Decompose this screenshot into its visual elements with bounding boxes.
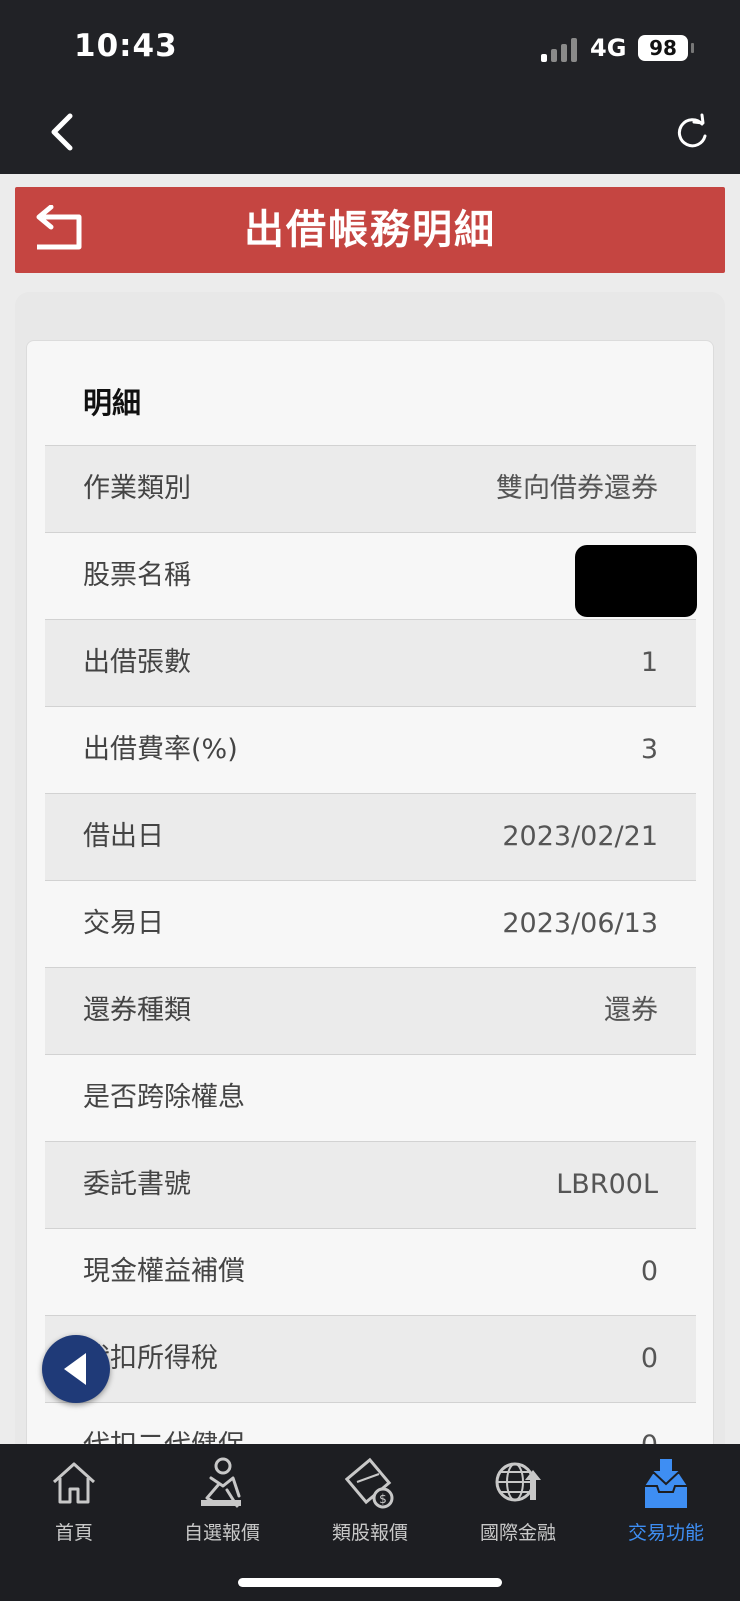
redaction-block bbox=[575, 545, 697, 617]
detail-row: 股票名稱 bbox=[45, 532, 697, 619]
row-label: 股票名稱 bbox=[83, 560, 191, 591]
detail-row: 代扣所得稅 0 bbox=[45, 1315, 696, 1402]
tab-label: 國際金融 bbox=[479, 1522, 556, 1544]
status-time: 10:43 bbox=[74, 28, 178, 64]
film-coin-icon: $ bbox=[345, 1457, 394, 1509]
row-value: 還券 bbox=[604, 995, 658, 1026]
battery-tip bbox=[691, 43, 694, 53]
nav-bar bbox=[0, 90, 740, 174]
row-label: 作業類別 bbox=[83, 473, 191, 504]
row-label: 現金權益補償 bbox=[83, 1256, 245, 1287]
detail-row: 出借費率(%) 3 bbox=[45, 706, 696, 793]
tab-label: 自選報價 bbox=[183, 1522, 260, 1544]
detail-row: 作業類別 雙向借券還券 bbox=[45, 445, 696, 532]
row-label: 委託書號 bbox=[83, 1169, 191, 1200]
refresh-icon[interactable] bbox=[672, 112, 712, 152]
row-value: 2023/02/21 bbox=[502, 821, 658, 852]
tab-home[interactable]: 首頁 bbox=[0, 1444, 148, 1564]
detail-table: 作業類別 雙向借券還券 股票名稱 出借張數 1 出借費率(%) 3 借出日 20… bbox=[45, 445, 697, 1489]
section-title: 明細 bbox=[83, 386, 142, 420]
row-label: 交易日 bbox=[83, 908, 164, 939]
globe-icon bbox=[495, 1462, 541, 1502]
detail-row: 出借張數 1 bbox=[45, 619, 696, 706]
detail-row: 委託書號 LBR00L bbox=[45, 1141, 696, 1228]
tab-label: 交易功能 bbox=[627, 1522, 704, 1544]
network-type: 4G bbox=[590, 34, 627, 62]
row-value: 雙向借券還券 bbox=[496, 473, 658, 504]
row-value: 2023/06/13 bbox=[502, 908, 658, 939]
status-bar: 10:43 4G 98 bbox=[0, 0, 740, 90]
detail-row: 交易日 2023/06/13 bbox=[45, 880, 696, 967]
signal-icon bbox=[541, 38, 579, 62]
row-label: 出借張數 bbox=[83, 647, 191, 678]
row-value: 0 bbox=[640, 1256, 658, 1287]
battery-icon: 98 bbox=[638, 35, 688, 61]
floating-back-button[interactable] bbox=[42, 1335, 110, 1403]
row-label: 出借費率(%) bbox=[83, 734, 238, 765]
tab-watchlist[interactable]: 自選報價 bbox=[148, 1444, 296, 1564]
svg-text:$: $ bbox=[379, 1492, 387, 1506]
row-value: LBR00L bbox=[556, 1169, 658, 1200]
detail-row: 是否跨除權息 bbox=[45, 1054, 696, 1141]
tab-trading[interactable]: 交易功能 bbox=[592, 1444, 740, 1564]
trader-icon bbox=[201, 1457, 241, 1508]
detail-row: 借出日 2023/02/21 bbox=[45, 793, 696, 880]
row-value: 1 bbox=[640, 647, 658, 678]
row-label: 借出日 bbox=[83, 821, 164, 852]
tab-label: 首頁 bbox=[54, 1522, 93, 1544]
detail-row: 現金權益補償 0 bbox=[45, 1228, 696, 1315]
row-value: 3 bbox=[640, 734, 658, 765]
detail-row: 還券種類 還券 bbox=[45, 967, 696, 1054]
row-value: 0 bbox=[640, 1343, 658, 1374]
tab-international[interactable]: 國際金融 bbox=[444, 1444, 592, 1564]
page-title: 出借帳務明細 bbox=[244, 207, 496, 253]
title-bar: 出借帳務明細 bbox=[15, 187, 725, 273]
home-icon bbox=[52, 1462, 96, 1504]
home-indicator[interactable] bbox=[238, 1578, 502, 1587]
row-label: 是否跨除權息 bbox=[83, 1082, 245, 1113]
row-label: 還券種類 bbox=[83, 995, 191, 1026]
tab-label: 類股報價 bbox=[331, 1522, 408, 1544]
download-tray-icon bbox=[645, 1457, 687, 1508]
tab-sector-quotes[interactable]: $ 類股報價 bbox=[296, 1444, 444, 1564]
back-chevron-icon[interactable] bbox=[42, 110, 86, 154]
